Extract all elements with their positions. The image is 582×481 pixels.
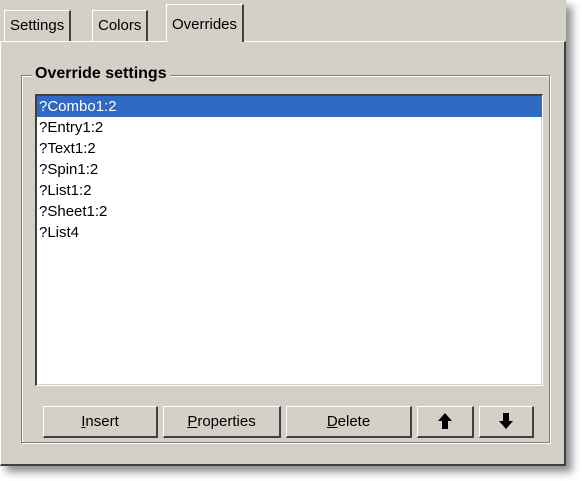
properties-label: roperties	[197, 413, 256, 430]
tab-panel-overrides: Override settings ?Combo1:2 ?Entry1:2 ?T…	[0, 41, 566, 466]
list-item[interactable]: ?Sheet1:2	[37, 201, 542, 222]
properties-button[interactable]: Properties	[163, 406, 281, 438]
overrides-listbox[interactable]: ?Combo1:2 ?Entry1:2 ?Text1:2 ?Spin1:2 ?L…	[35, 94, 543, 386]
arrow-up-icon	[438, 412, 452, 429]
properties-accel: P	[187, 413, 198, 430]
tab-settings[interactable]: Settings	[4, 10, 72, 42]
list-item[interactable]: ?Text1:2	[37, 138, 542, 159]
list-item[interactable]: ?Entry1:2	[37, 117, 542, 138]
list-item[interactable]: ?List4	[37, 222, 542, 243]
list-item[interactable]: ?Spin1:2	[37, 159, 542, 180]
list-item[interactable]: ?List1:2	[37, 180, 542, 201]
delete-label: elete	[337, 413, 371, 430]
insert-button[interactable]: Insert	[43, 406, 158, 438]
delete-button[interactable]: Delete	[286, 406, 412, 438]
group-title: Override settings	[32, 64, 170, 84]
move-down-button[interactable]	[479, 406, 534, 438]
move-up-button[interactable]	[417, 406, 474, 438]
arrow-down-icon	[499, 412, 513, 429]
tab-overrides[interactable]: Overrides	[166, 4, 245, 42]
list-item[interactable]: ?Combo1:2	[37, 96, 542, 117]
overrides-dialog: Settings Colors Overrides Override setti…	[0, 0, 566, 466]
tab-colors[interactable]: Colors	[92, 10, 149, 42]
override-settings-group: Override settings ?Combo1:2 ?Entry1:2 ?T…	[21, 64, 550, 443]
delete-accel: D	[326, 413, 338, 430]
insert-label: nsert	[85, 413, 119, 430]
